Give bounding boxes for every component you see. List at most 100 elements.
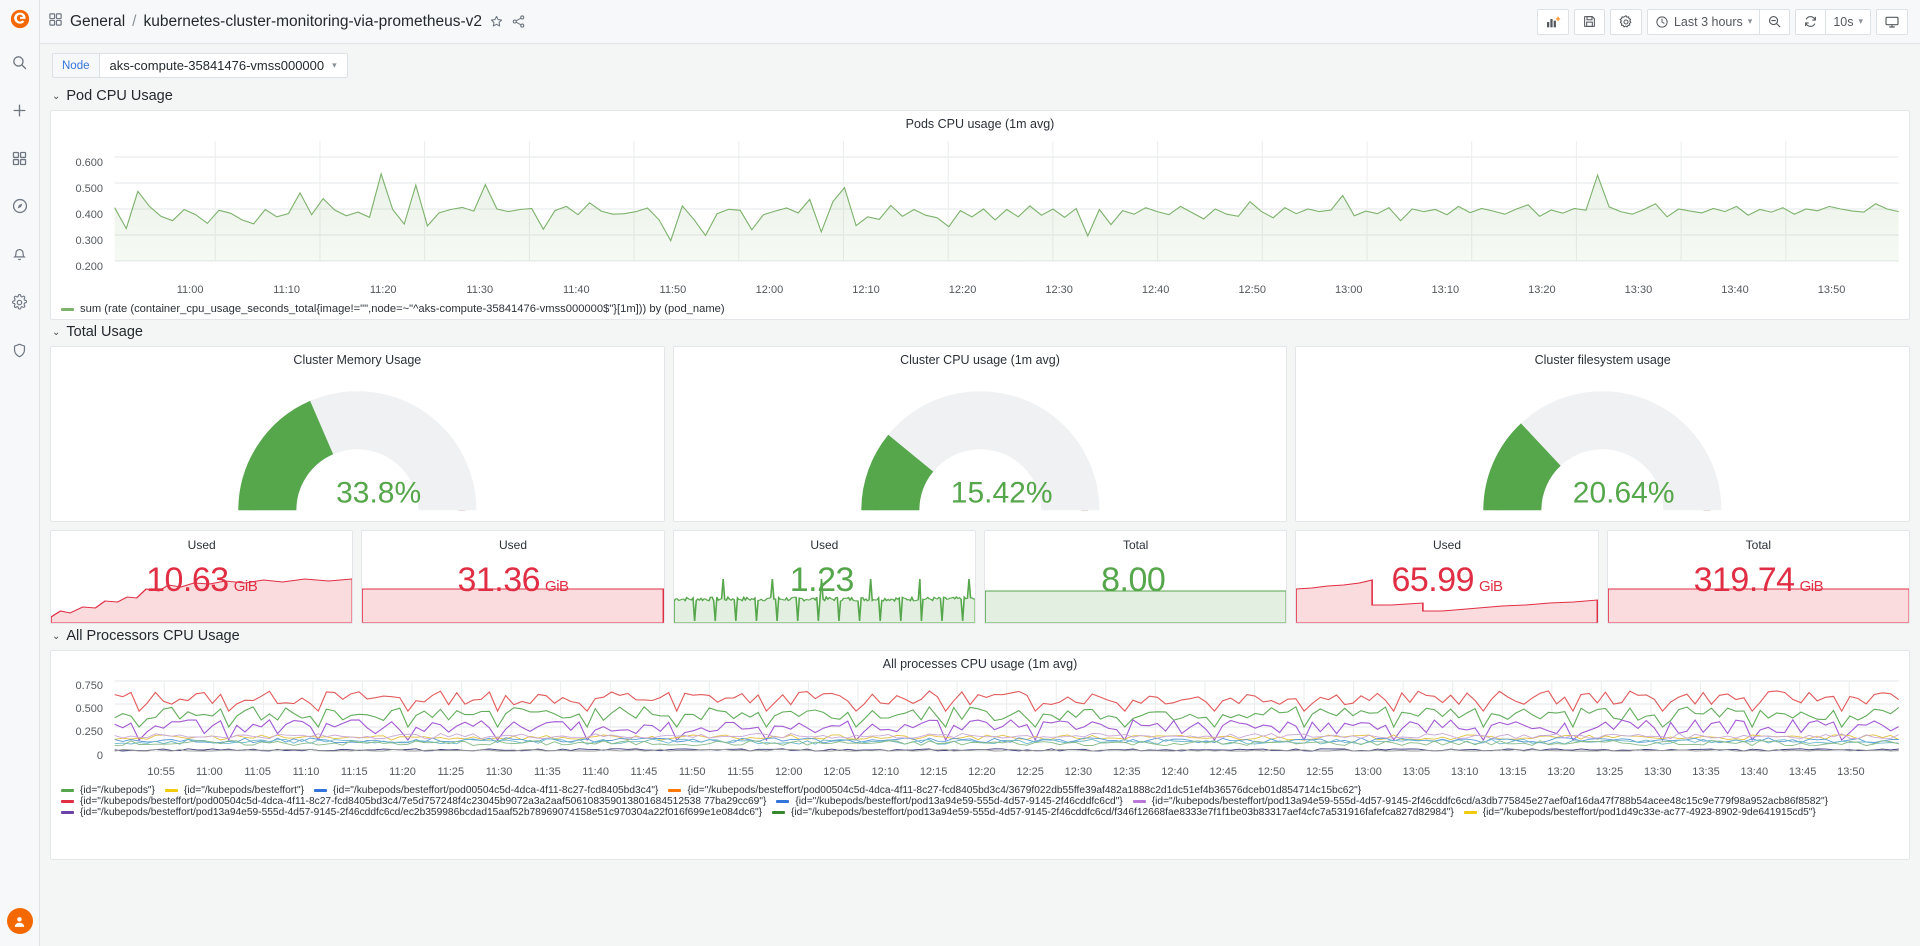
x-tick: 12:20 — [968, 766, 996, 778]
x-tick: 13:20 — [1547, 766, 1575, 778]
shield-icon — [13, 343, 26, 357]
panel-title: Cluster Memory Usage — [293, 353, 422, 367]
legend-swatch — [668, 789, 682, 792]
legend-item[interactable]: {id="/kubepods/besteffort/pod00504c5d-4d… — [668, 785, 1361, 796]
legend-item[interactable]: {id="/kubepods/besteffort/pod13a94e59-55… — [772, 807, 1454, 818]
stat-label: Used — [187, 538, 216, 552]
x-tick: 12:00 — [756, 284, 784, 296]
stat-filesystem-used[interactable]: Used 65.99 GiB — [1295, 530, 1599, 624]
refresh-button[interactable] — [1795, 8, 1827, 35]
all-processes-plot[interactable] — [51, 671, 1909, 763]
gauge-value-text: 15.42% — [950, 476, 1052, 509]
zoom-out-button[interactable] — [1759, 8, 1791, 35]
gauge-fs-svg: 20.64% — [1483, 391, 1722, 512]
legend-item[interactable]: {id="/kubepods/besteffort/pod00504c5d-4d… — [313, 785, 658, 796]
breadcrumb-folder[interactable]: General — [70, 13, 125, 31]
sidebar-item-dashboards[interactable] — [0, 134, 40, 182]
gauge-filesystem[interactable]: 20.64% — [1296, 367, 1909, 517]
sidebar-item-explore[interactable] — [0, 182, 40, 230]
legend-item[interactable]: {id="/kubepods/besteffort"} — [164, 785, 304, 796]
variable-node-value: aks-compute-35841476-vmss000000 — [109, 58, 325, 73]
time-range-label: Last 3 hours — [1673, 14, 1743, 29]
x-tick: 13:30 — [1625, 284, 1653, 296]
row-header-all-processors-cpu-usage[interactable]: ⌄ All Processors CPU Usage — [50, 624, 1910, 650]
x-tick: 13:10 — [1451, 766, 1479, 778]
dashboard-toolbar: General / kubernetes-cluster-monitoring-… — [40, 0, 1920, 44]
stat-sparkline — [673, 567, 976, 623]
legend-label: {id="/kubepods/besteffort/pod13a94e59-55… — [791, 807, 1454, 818]
tv-mode-button[interactable] — [1876, 8, 1908, 35]
sparkline-svg — [362, 588, 664, 623]
x-tick: 13:30 — [1644, 766, 1672, 778]
main-column: General / kubernetes-cluster-monitoring-… — [40, 0, 1920, 946]
x-tick: 12:50 — [1238, 284, 1266, 296]
share-icon[interactable] — [511, 14, 526, 29]
dashboard-canvas: ⌄ Pod CPU Usage Pods CPU usage (1m avg) — [40, 84, 1920, 946]
refresh-interval-picker[interactable]: 10s ▾ — [1825, 8, 1871, 35]
x-tick: 11:00 — [177, 284, 204, 296]
app-root: General / kubernetes-cluster-monitoring-… — [0, 0, 1920, 946]
legend-item[interactable]: {id="/kubepods"} — [61, 785, 155, 796]
gauge-value-text: 20.64% — [1573, 476, 1675, 509]
row-title: Total Usage — [66, 324, 143, 340]
pods-cpu-svg — [114, 141, 1899, 262]
row-header-pod-cpu-usage[interactable]: ⌄ Pod CPU Usage — [50, 84, 1910, 110]
stat-memory-total[interactable]: Used 31.36 GiB — [361, 530, 665, 624]
variable-node-select[interactable]: aks-compute-35841476-vmss000000 ▾ — [98, 53, 348, 78]
legend-item[interactable]: {id="/kubepods/besteffort/pod00504c5d-4d… — [61, 796, 766, 807]
stat-filesystem-total[interactable]: Total 319.74 GiB — [1606, 530, 1911, 624]
legend-swatch — [1463, 811, 1477, 814]
stat-cpu-total[interactable]: Total 8.00 — [984, 530, 1288, 624]
x-tick: 11:30 — [466, 284, 493, 296]
sparkline-svg — [51, 578, 353, 623]
row-header-total-usage[interactable]: ⌄ Total Usage — [50, 320, 1910, 346]
legend-label: {id="/kubepods/besteffort/pod00504c5d-4d… — [80, 796, 767, 807]
stat-cpu-used[interactable]: Used 1.23 — [672, 530, 977, 624]
time-range-picker[interactable]: Last 3 hours ▾ — [1646, 8, 1761, 35]
legend-item[interactable]: {id="/kubepods/besteffort/pod13a94e59-55… — [61, 807, 762, 818]
x-tick: 11:00 — [196, 766, 223, 778]
row-title: Pod CPU Usage — [66, 88, 173, 104]
add-panel-button[interactable] — [1536, 8, 1569, 35]
legend-item[interactable]: {id="/kubepods/besteffort/pod13a94e59-55… — [1132, 796, 1828, 807]
grafana-logo[interactable] — [0, 0, 40, 38]
chevron-down-icon: ▾ — [1858, 16, 1863, 26]
legend-swatch — [61, 811, 74, 814]
x-tick: 13:40 — [1741, 766, 1769, 778]
x-tick: 11:50 — [679, 766, 706, 778]
sidebar-item-server-admin[interactable] — [0, 326, 40, 374]
x-tick: 12:50 — [1258, 766, 1286, 778]
x-tick: 13:05 — [1403, 766, 1431, 778]
x-tick: 11:05 — [244, 766, 271, 778]
zoom-out-icon — [1769, 15, 1781, 28]
page-title[interactable]: kubernetes-cluster-monitoring-via-promet… — [143, 13, 482, 31]
legend-item[interactable]: {id="/kubepods/besteffort/pod1d49c33e-ac… — [1463, 807, 1816, 818]
gauge-cpu[interactable]: 15.42% — [674, 367, 1287, 517]
gauge-memory[interactable]: 33.8% — [51, 367, 664, 517]
legend-item[interactable]: sum (rate (container_cpu_usage_seconds_t… — [61, 303, 1887, 315]
dashboard-settings-button[interactable] — [1609, 8, 1642, 35]
stat-label: Used — [1433, 538, 1462, 552]
legend-item[interactable]: {id="/kubepods/besteffort/pod13a94e59-55… — [776, 796, 1123, 807]
x-tick: 11:40 — [582, 766, 609, 778]
sidebar-item-configuration[interactable] — [0, 278, 40, 326]
gauge-value-arc — [238, 400, 335, 512]
stat-memory-used[interactable]: Used 10.63 GiB — [50, 530, 354, 624]
stat-sparkline — [51, 567, 353, 623]
pods-cpu-plot[interactable] — [51, 131, 1909, 281]
settings-icon — [1619, 14, 1632, 27]
gauge-memory-svg: 33.8% — [238, 391, 477, 512]
sidebar-item-alerting[interactable] — [0, 230, 40, 278]
x-tick: 13:10 — [1432, 284, 1460, 296]
sidebar-item-search[interactable] — [0, 38, 40, 86]
star-icon[interactable] — [489, 14, 504, 29]
x-tick: 12:45 — [1209, 766, 1237, 778]
sparkline-svg — [985, 590, 1287, 623]
save-dashboard-button[interactable] — [1573, 8, 1605, 35]
x-tick: 13:25 — [1596, 766, 1624, 778]
sidebar-item-create[interactable] — [0, 86, 40, 134]
bell-icon — [13, 248, 26, 260]
stat-sparkline — [1296, 567, 1598, 623]
user-avatar[interactable] — [6, 908, 33, 934]
breadcrumb: General / kubernetes-cluster-monitoring-… — [48, 12, 526, 32]
